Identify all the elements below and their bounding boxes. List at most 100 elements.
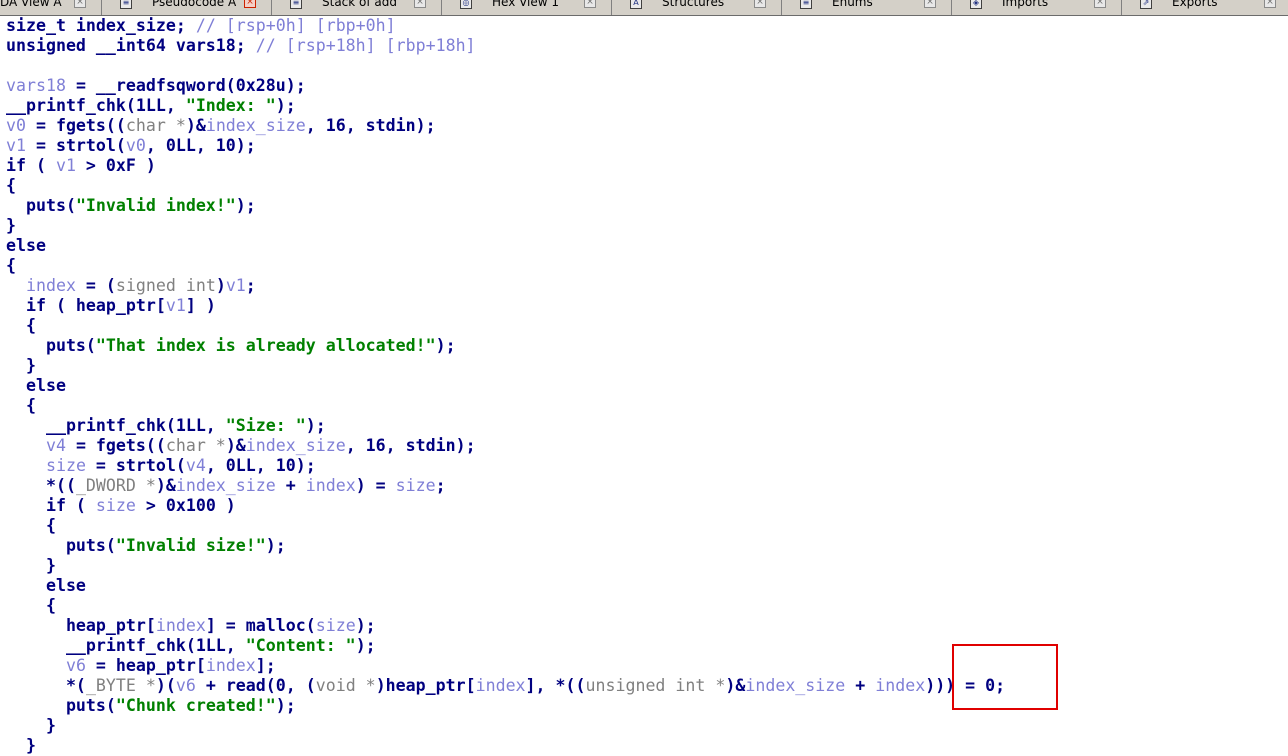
code-variable[interactable]: v0 <box>126 136 146 155</box>
code-variable[interactable]: v1 <box>166 296 186 315</box>
code-token: puts( <box>6 336 96 355</box>
tab-imports[interactable]: ◈ Imports × <box>952 0 1122 15</box>
code-token: puts( <box>6 696 116 715</box>
code-line[interactable]: v4 = fgets((char *)&index_size, 16, stdi… <box>6 436 1005 456</box>
code-variable[interactable]: index <box>206 656 256 675</box>
code-line[interactable]: puts("That index is already allocated!")… <box>6 336 1005 356</box>
tab-exports[interactable]: ⇗ Exports × <box>1122 0 1288 15</box>
tab-pseudocode-a[interactable]: ≡ Pseudocode A × <box>102 0 272 15</box>
code-line[interactable]: heap_ptr[index] = malloc(size); <box>6 616 1005 636</box>
code-variable[interactable]: v6 <box>176 676 196 695</box>
code-line[interactable]: if ( size > 0x100 ) <box>6 496 1005 516</box>
code-string: "Invalid size!" <box>115 536 266 555</box>
code-variable[interactable]: index_size <box>745 676 845 695</box>
code-line[interactable]: __printf_chk(1LL, "Content: "); <box>6 636 1005 656</box>
code-variable[interactable]: v6 <box>66 656 86 675</box>
code-token: ); <box>275 696 296 715</box>
code-variable[interactable]: v4 <box>186 456 206 475</box>
code-variable[interactable]: index_size <box>176 476 276 495</box>
code-line[interactable]: } <box>6 716 1005 736</box>
close-icon[interactable]: × <box>584 0 596 8</box>
close-icon[interactable]: × <box>1264 0 1276 8</box>
code-line[interactable]: if ( v1 > 0xF ) <box>6 156 1005 176</box>
code-variable[interactable]: index <box>26 276 76 295</box>
code-line[interactable]: { <box>6 176 1005 196</box>
code-line[interactable]: v6 = heap_ptr[index]; <box>6 656 1005 676</box>
code-variable[interactable]: size <box>316 616 356 635</box>
tab-structures[interactable]: A Structures × <box>612 0 782 15</box>
code-variable[interactable]: v4 <box>46 436 66 455</box>
code-line[interactable]: { <box>6 596 1005 616</box>
code-variable[interactable]: size <box>96 496 136 515</box>
code-variable[interactable]: index_size <box>246 436 346 455</box>
code-token: ); <box>275 96 296 115</box>
close-icon[interactable]: × <box>754 0 766 8</box>
pseudocode-view[interactable]: size_t index_size; // [rsp+0h] [rbp+0h] u… <box>6 16 1005 756</box>
code-line[interactable]: else <box>6 576 1005 596</box>
code-line[interactable]: v0 = fgets((char *)&index_size, 16, stdi… <box>6 116 1005 136</box>
code-variable[interactable]: v1 <box>226 276 246 295</box>
code-line[interactable]: } <box>6 356 1005 376</box>
code-line[interactable]: puts("Invalid size!"); <box>6 536 1005 556</box>
code-line[interactable] <box>6 56 1005 76</box>
code-line[interactable]: __printf_chk(1LL, "Size: "); <box>6 416 1005 436</box>
code-variable[interactable]: index_size <box>206 116 306 135</box>
code-token: + read(0, ( <box>195 676 316 695</box>
tab-da-view-a[interactable]: DA View A × <box>0 0 102 15</box>
tab-enums[interactable]: ≡ Enums × <box>782 0 952 15</box>
code-line[interactable]: } <box>6 556 1005 576</box>
code-token: ) <box>215 276 226 295</box>
tab-label: DA View A <box>0 0 62 9</box>
code-variable[interactable]: index <box>156 616 206 635</box>
code-line[interactable]: else <box>6 376 1005 396</box>
code-variable[interactable]: index <box>476 676 526 695</box>
code-token: else <box>6 576 86 595</box>
code-line[interactable]: if ( heap_ptr[v1] ) <box>6 296 1005 316</box>
code-line[interactable]: puts("Chunk created!"); <box>6 696 1005 716</box>
code-line[interactable]: } <box>6 216 1005 236</box>
code-type: _BYTE * <box>85 676 156 695</box>
code-type: void * <box>315 676 376 695</box>
tab-hex-view-1[interactable]: ◎ Hex View 1 × <box>442 0 612 15</box>
code-line[interactable]: { <box>6 396 1005 416</box>
tab-label: Exports <box>1172 0 1218 9</box>
code-line[interactable]: puts("Invalid index!"); <box>6 196 1005 216</box>
code-token: = fgets(( <box>25 116 126 135</box>
code-variable[interactable]: index <box>306 476 356 495</box>
code-token: else <box>6 376 66 395</box>
code-line[interactable]: else <box>6 236 1005 256</box>
code-line[interactable]: vars18 = __readfsqword(0x28u); <box>6 76 1005 96</box>
code-line[interactable]: } <box>6 736 1005 756</box>
code-variable[interactable]: size <box>396 476 436 495</box>
code-line[interactable]: *(_BYTE *)(v6 + read(0, (void *)heap_ptr… <box>6 676 1005 696</box>
code-variable[interactable]: size <box>46 456 86 475</box>
code-line[interactable]: index = (signed int)v1; <box>6 276 1005 296</box>
code-line[interactable]: __printf_chk(1LL, "Index: "); <box>6 96 1005 116</box>
code-line[interactable]: size = strtol(v4, 0LL, 10); <box>6 456 1005 476</box>
code-token: , 0LL, 10); <box>145 136 256 155</box>
tab-label: Stack of add <box>322 0 398 9</box>
close-icon[interactable]: × <box>1094 0 1106 8</box>
code-variable[interactable]: vars18 <box>6 76 66 95</box>
close-icon[interactable]: × <box>924 0 936 8</box>
code-variable[interactable]: v1 <box>56 156 76 175</box>
close-icon[interactable]: × <box>244 0 256 8</box>
code-line[interactable]: unsigned __int64 vars18; // [rsp+18h] [r… <box>6 36 1005 56</box>
code-token: { <box>6 176 16 195</box>
tab-stack-of-add[interactable]: ≡ Stack of add × <box>272 0 442 15</box>
code-line[interactable]: { <box>6 256 1005 276</box>
code-variable[interactable]: v0 <box>6 116 26 135</box>
code-variable[interactable]: v1 <box>6 136 26 155</box>
code-line[interactable]: *((_DWORD *)&index_size + index) = size; <box>6 476 1005 496</box>
code-line[interactable]: size_t index_size; // [rsp+0h] [rbp+0h] <box>6 16 1005 36</box>
code-line[interactable]: v1 = strtol(v0, 0LL, 10); <box>6 136 1005 156</box>
code-token: if ( <box>6 496 96 515</box>
close-icon[interactable]: × <box>74 0 86 8</box>
code-token: unsigned __int64 vars18; <box>6 36 256 55</box>
code-line[interactable]: { <box>6 516 1005 536</box>
code-type: char * <box>165 436 226 455</box>
code-token: = ( <box>75 276 116 295</box>
code-variable[interactable]: index <box>875 676 925 695</box>
close-icon[interactable]: × <box>414 0 426 8</box>
code-line[interactable]: { <box>6 316 1005 336</box>
